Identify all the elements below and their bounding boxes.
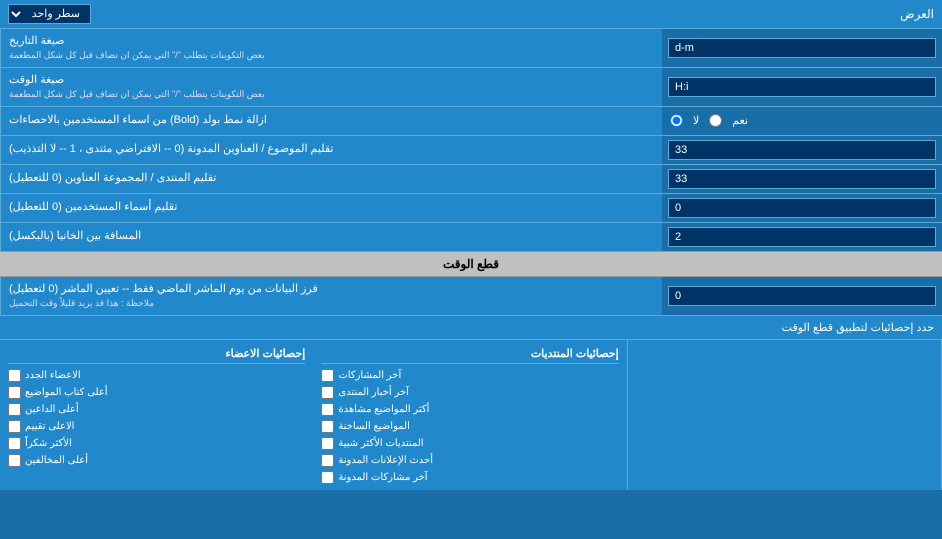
date-format-label: صيغة التاريخ بعض التكوينات يتطلب "/" الت… [0, 29, 662, 67]
radio-yes-label: نعم [732, 114, 748, 127]
stats-header-row: حدد إحصائيات لتطبيق قطع الوقت [0, 316, 942, 340]
cb-member-5[interactable] [8, 437, 21, 450]
cb-forum-1[interactable] [321, 369, 334, 382]
time-format-input-cell [662, 68, 942, 106]
cb-member-3[interactable] [8, 403, 21, 416]
display-row: العرض سطر واحد [0, 0, 942, 29]
display-label: العرض [900, 7, 934, 21]
remove-bold-input-cell: نعم لا [662, 107, 942, 135]
radio-yes[interactable] [709, 114, 722, 127]
forum-order-row: تقليم المنتدى / المجموعة العناوين (0 للت… [0, 165, 942, 194]
cb-forum-7-label: آخر مشاركات المدونة [338, 472, 427, 483]
topic-order-input-cell [662, 136, 942, 164]
remove-bold-label: ازالة نمط بولد (Bold) من اسماء المستخدمي… [0, 107, 662, 135]
cb-forum-2[interactable] [321, 386, 334, 399]
cb-forum-6-label: أحدث الإعلانات المدونة [338, 455, 433, 466]
time-format-input[interactable] [668, 77, 936, 97]
cb-forum-5-label: المنتديات الأكثر شبية [338, 438, 423, 449]
cb-forum-4[interactable] [321, 420, 334, 433]
cb-member-4-label: الاعلى تقييم [25, 421, 74, 432]
space-between-input-cell [662, 223, 942, 251]
checkbox-item: أكثر المواضيع مشاهدة [321, 401, 618, 418]
cb-member-3-label: أعلى الداعين [25, 404, 79, 415]
stats-header-label: حدد إحصائيات لتطبيق قطع الوقت [8, 321, 934, 334]
space-between-label: المسافة بين الخانيا (بالبكسل) [0, 223, 662, 251]
forum-order-input-cell [662, 165, 942, 193]
date-format-input-cell [662, 29, 942, 67]
username-trim-input-cell [662, 194, 942, 222]
cb-forum-3-label: أكثر المواضيع مشاهدة [338, 404, 429, 415]
username-trim-label: تقليم أسماء المستخدمين (0 للتعطيل) [0, 194, 662, 222]
time-format-label: صيغة الوقت بعض التكوينات يتطلب "/" التي … [0, 68, 662, 106]
checkbox-item: المواضيع الساخنة [321, 418, 618, 435]
cb-member-2-label: أعلى كتاب المواضيع [25, 387, 108, 398]
cb-forum-1-label: آخر المشاركات [338, 370, 401, 381]
cut-time-row: فرز البيانات من يوم الماشر الماضي فقط --… [0, 277, 942, 316]
checkbox-item: أحدث الإعلانات المدونة [321, 452, 618, 469]
username-trim-input[interactable] [668, 198, 936, 218]
cb-forum-4-label: المواضيع الساخنة [338, 421, 410, 432]
main-container: العرض سطر واحد صيغة التاريخ بعض التكوينا… [0, 0, 942, 490]
topic-order-row: تقليم الموضوع / العناوين المدونة (0 -- ا… [0, 136, 942, 165]
topic-order-input[interactable] [668, 140, 936, 160]
checkbox-item: آخر المشاركات [321, 367, 618, 384]
date-format-row: صيغة التاريخ بعض التكوينات يتطلب "/" الت… [0, 29, 942, 68]
cut-time-input-cell [662, 277, 942, 315]
member-stats-col: إحصائيات الاعضاء الاعضاء الجدد أعلى كتاب… [0, 340, 313, 490]
checkbox-item: أعلى كتاب المواضيع [8, 384, 305, 401]
cb-forum-3[interactable] [321, 403, 334, 416]
checkbox-columns: إحصائيات المنتديات آخر المشاركات آخر أخب… [0, 340, 942, 490]
remove-bold-radio-group: نعم لا [668, 114, 748, 127]
checkbox-item: آخر مشاركات المدونة [321, 469, 618, 486]
cb-forum-5[interactable] [321, 437, 334, 450]
cb-forum-2-label: آخر أخبار المنتدى [338, 387, 409, 398]
checkbox-item: آخر أخبار المنتدى [321, 384, 618, 401]
cb-member-2[interactable] [8, 386, 21, 399]
checkbox-item: المنتديات الأكثر شبية [321, 435, 618, 452]
display-select[interactable]: سطر واحد [8, 4, 91, 24]
checkbox-item: الاعلى تقييم [8, 418, 305, 435]
forum-order-label: تقليم المنتدى / المجموعة العناوين (0 للت… [0, 165, 662, 193]
checkbox-item: الأكثر شكراً [8, 435, 305, 452]
space-between-input[interactable] [668, 227, 936, 247]
remove-bold-row: نعم لا ازالة نمط بولد (Bold) من اسماء ال… [0, 107, 942, 136]
checkbox-item: الاعضاء الجدد [8, 367, 305, 384]
forum-stats-header: إحصائيات المنتديات [321, 344, 618, 364]
empty-left-col [628, 340, 942, 490]
cb-forum-6[interactable] [321, 454, 334, 467]
space-between-row: المسافة بين الخانيا (بالبكسل) [0, 223, 942, 252]
checkbox-item: أعلى الداعين [8, 401, 305, 418]
cut-time-header: قطع الوقت [0, 252, 942, 277]
cut-time-label: فرز البيانات من يوم الماشر الماضي فقط --… [0, 277, 662, 315]
cb-forum-7[interactable] [321, 471, 334, 484]
radio-no-label: لا [693, 114, 699, 127]
cb-member-6-label: أعلى المخالفين [25, 455, 88, 466]
radio-no[interactable] [670, 114, 683, 127]
cb-member-1[interactable] [8, 369, 21, 382]
forum-order-input[interactable] [668, 169, 936, 189]
topic-order-label: تقليم الموضوع / العناوين المدونة (0 -- ا… [0, 136, 662, 164]
checkbox-item: أعلى المخالفين [8, 452, 305, 469]
time-format-row: صيغة الوقت بعض التكوينات يتطلب "/" التي … [0, 68, 942, 107]
date-format-input[interactable] [668, 38, 936, 58]
cb-member-6[interactable] [8, 454, 21, 467]
cb-member-5-label: الأكثر شكراً [25, 438, 72, 449]
cb-member-4[interactable] [8, 420, 21, 433]
cb-member-1-label: الاعضاء الجدد [25, 370, 81, 381]
forum-stats-col: إحصائيات المنتديات آخر المشاركات آخر أخب… [313, 340, 627, 490]
username-trim-row: تقليم أسماء المستخدمين (0 للتعطيل) [0, 194, 942, 223]
member-stats-header: إحصائيات الاعضاء [8, 344, 305, 364]
cut-time-input[interactable] [668, 286, 936, 306]
